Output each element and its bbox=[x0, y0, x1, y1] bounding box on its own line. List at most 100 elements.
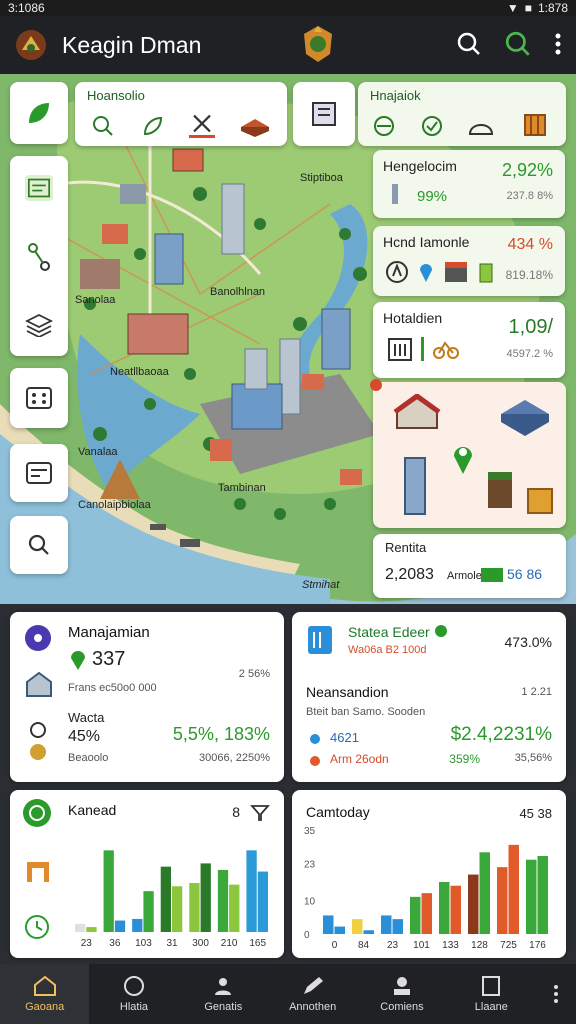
stat-chip-pct: 434 % bbox=[507, 236, 553, 253]
y-tick-label: 0 bbox=[304, 930, 310, 941]
chart-left-badge: 8 bbox=[232, 804, 240, 820]
clock-icon bbox=[25, 915, 49, 939]
chart-right-badge: 45 38 bbox=[519, 806, 552, 821]
station-pct: 473.0% bbox=[504, 634, 552, 650]
management-sub-pct: 5,5%, 183% bbox=[172, 724, 270, 744]
station-card[interactable]: Statea Edeer Wa06a B2 100d 473.0% Neansa… bbox=[292, 612, 566, 782]
bar bbox=[132, 918, 143, 932]
stat-chip-sub2: 237.8 8% bbox=[506, 190, 553, 202]
category-tabs-right-title: Hnajaiok bbox=[370, 88, 421, 103]
flower-icon bbox=[25, 625, 51, 651]
compass-icon bbox=[386, 261, 408, 283]
map-label: Canolaipbiolaa bbox=[78, 499, 151, 511]
route-icon[interactable] bbox=[25, 240, 53, 274]
x-tick-label: 300 bbox=[192, 938, 209, 949]
x-tick-label: 23 bbox=[81, 938, 93, 949]
nav-item-5[interactable]: Comiens bbox=[357, 964, 446, 1024]
category-tabs-left: Hoansolio bbox=[75, 82, 287, 146]
search-icon bbox=[28, 534, 49, 555]
system-icons: ▼ ■ 1:878 bbox=[507, 1, 568, 15]
stat-chip-1[interactable]: Hengelocim 2,92% 99% 237.8 8% bbox=[373, 150, 565, 218]
station-row2-label: Arm 26odn bbox=[330, 752, 389, 766]
search-icon[interactable] bbox=[91, 114, 115, 138]
station-row1-label: 4621 bbox=[330, 730, 359, 745]
location-detail-panel[interactable] bbox=[370, 379, 566, 528]
nav-item-6[interactable]: Llaane bbox=[447, 964, 536, 1024]
map-search-icon[interactable] bbox=[504, 30, 532, 58]
box-icon bbox=[527, 488, 553, 514]
bar bbox=[479, 852, 490, 934]
x-tick-label: 210 bbox=[221, 938, 238, 949]
card-tool-button[interactable] bbox=[10, 444, 68, 502]
building-brick-icon[interactable] bbox=[239, 115, 271, 137]
bar bbox=[246, 850, 257, 932]
category-tabs-left-title: Hoansolio bbox=[87, 88, 145, 103]
x-tick-label: 165 bbox=[249, 938, 266, 949]
layer-tool-button[interactable] bbox=[10, 82, 68, 144]
y-tick-label: 10 bbox=[304, 897, 316, 908]
divider-icon bbox=[421, 337, 424, 361]
app-logo-icon bbox=[16, 30, 46, 60]
station-subtitle: Wa06a B2 100d bbox=[348, 644, 427, 656]
filter-icon[interactable] bbox=[250, 804, 270, 822]
rent-info-panel[interactable]: Rentita 2,2083 Armole 56 86 bbox=[373, 534, 566, 598]
eye-icon[interactable] bbox=[372, 114, 396, 138]
bar bbox=[381, 915, 392, 934]
coins-icon bbox=[30, 722, 46, 760]
bar bbox=[537, 856, 548, 934]
x-tick-label: 84 bbox=[358, 940, 370, 951]
crate-icon[interactable] bbox=[522, 112, 548, 138]
management-sub-desc2: 30066, 2250% bbox=[199, 752, 270, 764]
nav-item-2[interactable]: Hlatia bbox=[89, 964, 178, 1024]
y-tick-label: 23 bbox=[304, 859, 316, 870]
rent-value: 2,2083 bbox=[385, 566, 434, 583]
leaf-outline-icon[interactable] bbox=[141, 114, 165, 138]
management-title: Manajamian bbox=[68, 624, 150, 641]
management-card[interactable]: Manajamian 337 2 56% Frans ec50o0 000 Wa… bbox=[10, 612, 284, 782]
category-tabs-right: Hnajaiok bbox=[358, 82, 566, 146]
stat-chip-icons bbox=[387, 336, 460, 362]
city-map[interactable]: Stiptiboa Sanolaa Banolhlnan Neatllbaoaa… bbox=[0, 74, 576, 604]
gate-icon bbox=[27, 862, 49, 882]
nav-item-4[interactable]: Annothen bbox=[268, 964, 357, 1024]
document-icon bbox=[482, 976, 501, 996]
nav-label: Annothen bbox=[289, 1001, 337, 1013]
chart-card-right[interactable]: Camtoday 45 38 35 23 10 0 0 84 23 101 133 128 725 1… bbox=[292, 790, 566, 958]
overflow-menu-icon[interactable] bbox=[554, 31, 562, 57]
rent-unit: Armole bbox=[447, 570, 482, 582]
coin-icon bbox=[123, 976, 144, 996]
x-tick-label: 36 bbox=[109, 938, 121, 949]
grid-tool-button[interactable] bbox=[10, 368, 68, 428]
nav-item-3[interactable]: Genatis bbox=[179, 964, 268, 1024]
pin-icon bbox=[420, 264, 432, 282]
station-icon bbox=[308, 626, 332, 654]
bar bbox=[172, 886, 183, 932]
battery-icon: ■ bbox=[524, 1, 532, 15]
check-icon[interactable] bbox=[420, 114, 444, 138]
blue-dot-icon bbox=[310, 734, 320, 744]
x-tick-label: 23 bbox=[387, 940, 399, 951]
bar bbox=[421, 893, 432, 934]
stat-chip-3[interactable]: Hotaldien 1,09/ 4597.2 % bbox=[373, 302, 565, 378]
chart-card-left[interactable]: Kanead 8 23 36 103 31 300 210 165 bbox=[10, 790, 284, 958]
nav-more[interactable] bbox=[536, 964, 576, 1024]
search-icon[interactable] bbox=[456, 31, 482, 57]
stat-chip-sub2: 4597.2 % bbox=[506, 348, 553, 360]
stat-chip-sub2: 819.18% bbox=[505, 268, 553, 282]
layers-icon[interactable] bbox=[25, 313, 53, 337]
nav-label: Genatis bbox=[204, 1001, 243, 1013]
list-icon[interactable] bbox=[25, 175, 53, 202]
map-label: Vanalaa bbox=[78, 446, 118, 458]
map-view-button[interactable] bbox=[293, 82, 355, 146]
wifi-icon: ▼ bbox=[506, 1, 519, 15]
users-icon bbox=[215, 978, 232, 995]
tools-icon[interactable] bbox=[189, 112, 215, 138]
shell-icon[interactable] bbox=[468, 114, 494, 138]
recycle-icon bbox=[23, 799, 51, 827]
location-pin-icon bbox=[454, 447, 472, 474]
rent-title: Rentita bbox=[385, 540, 427, 555]
nav-item-home[interactable]: Gaoana bbox=[0, 964, 90, 1024]
map-search-button[interactable] bbox=[10, 516, 68, 574]
bar bbox=[410, 896, 421, 934]
stat-chip-2[interactable]: Hcnd Iamonle 434 % 819.18% bbox=[373, 226, 565, 296]
